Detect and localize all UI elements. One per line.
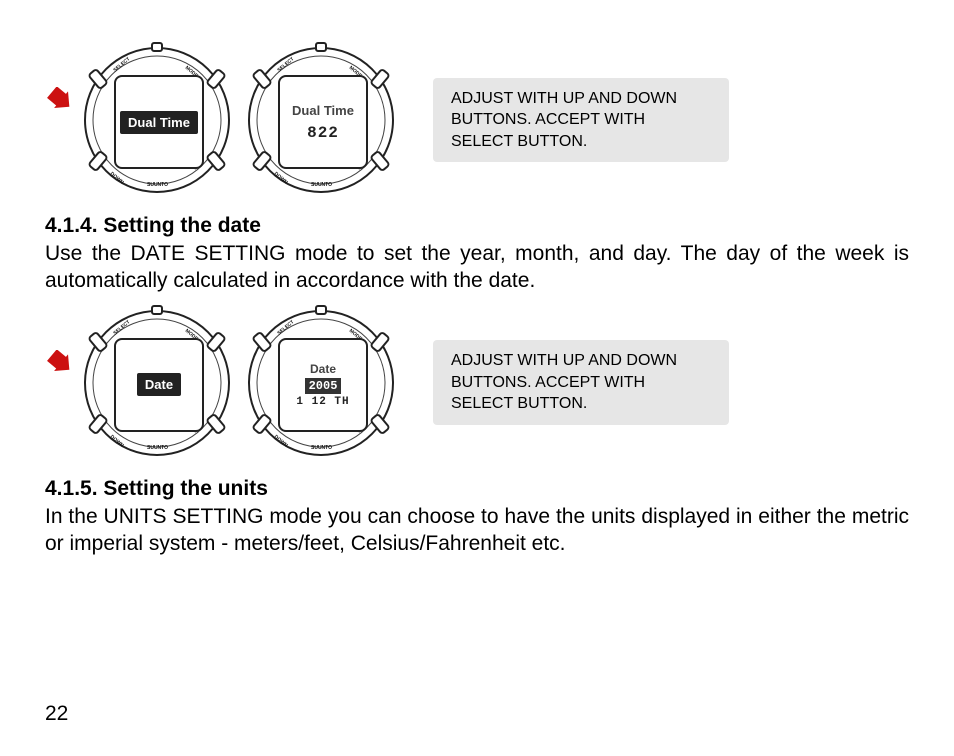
screen-mode-highlight: Date [137,373,181,396]
section-heading-date: 4.1.4. Setting the date [45,214,909,238]
section-heading-units: 4.1.5. Setting the units [45,477,909,501]
watch-diagram: SELECT MODE DOWN UP SUUNTO Dual Time 822 [241,40,401,200]
page-number: 22 [45,702,68,726]
action-arrow-icon [45,350,71,376]
screen-mode-highlight: Dual Time [120,111,198,134]
action-arrow-icon [45,87,71,113]
screen-date-sub: 1 12 TH [296,396,349,408]
watch-diagram: SELECT MODE DOWN UP SUUNTO Date [77,303,237,463]
section-body-units: In the UNITS SETTING mode you can choose… [45,503,909,558]
instruction-callout: ADJUST WITH UP AND DOWN BUTTONS. ACCEPT … [433,340,729,425]
watch-screen: Date 2005 1 12 TH [278,338,368,432]
brand-label: SUUNTO [147,182,168,188]
watch-screen: Dual Time 822 [278,75,368,169]
screen-mode-label: Dual Time [292,103,354,118]
watch-screen: Dual Time [114,75,204,169]
screen-year-highlight: 2005 [305,378,342,394]
figure-row-dual-time: SELECT MODE DOWN UP SUUNTO Dual Time [45,40,909,200]
svg-text:SUUNTO: SUUNTO [147,445,168,451]
instruction-callout: ADJUST WITH UP AND DOWN BUTTONS. ACCEPT … [433,78,729,163]
manual-page: SELECT MODE DOWN UP SUUNTO Dual Time [0,0,954,756]
screen-mode-label: Date [310,362,336,376]
svg-text:SUUNTO: SUUNTO [311,445,332,451]
watch-screen: Date [114,338,204,432]
svg-text:SUUNTO: SUUNTO [311,182,332,188]
section-body-date: Use the DATE SETTING mode to set the yea… [45,240,909,295]
screen-value: 822 [307,124,339,142]
figure-row-date: SELECT MODE DOWN UP SUUNTO Date [45,303,909,463]
watch-diagram: SELECT MODE DOWN UP SUUNTO Date 2005 1 1… [241,303,401,463]
watch-diagram: SELECT MODE DOWN UP SUUNTO Dual Time [77,40,237,200]
